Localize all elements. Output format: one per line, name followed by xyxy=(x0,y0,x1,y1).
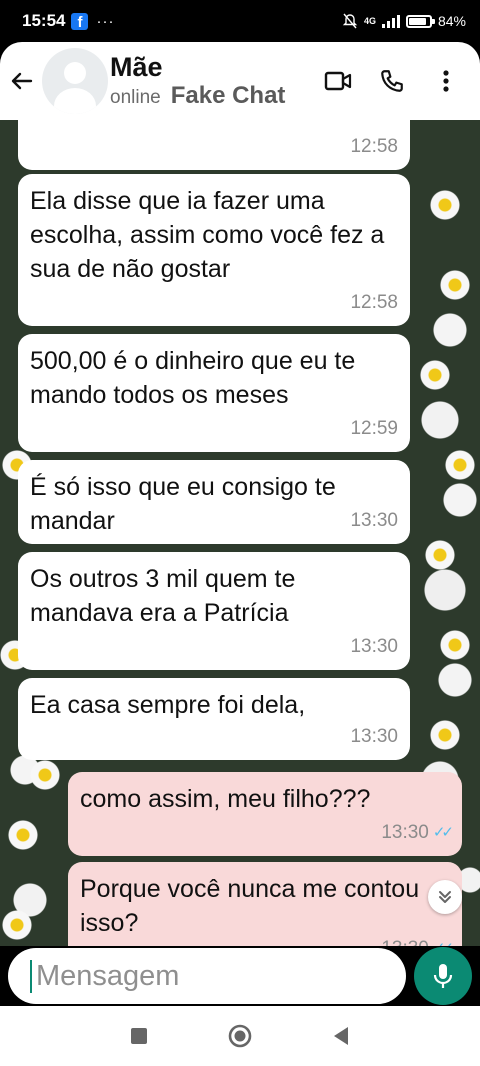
signal-icon xyxy=(381,14,400,28)
message-time: 13:30 xyxy=(350,636,398,657)
recents-square-icon[interactable] xyxy=(129,1026,149,1046)
message-time: 12:59 xyxy=(350,418,398,439)
wallpaper-flower xyxy=(430,190,460,220)
message-text: Ea casa sempre foi dela, xyxy=(30,691,306,719)
voice-record-button[interactable] xyxy=(414,947,472,1005)
message-time: 13:30 xyxy=(381,932,429,946)
more-notifications-icon: ··· xyxy=(96,12,115,30)
status-bar: 15:54 f ··· 4G 84% xyxy=(0,0,480,42)
message-bubble-outgoing[interactable]: Porque você nunca me contou isso? 13:30 ✓… xyxy=(68,862,462,946)
back-triangle-icon[interactable] xyxy=(331,1025,351,1047)
wallpaper-flower xyxy=(430,720,460,750)
avatar[interactable] xyxy=(42,48,108,114)
message-bubble-incoming[interactable]: 500,00 é o dinheiro que eu te mando todo… xyxy=(18,334,410,452)
chat-wallpaper[interactable]: 12:58 Ela disse que ia fazer uma escolha… xyxy=(0,120,480,946)
message-bubble-outgoing[interactable]: como assim, meu filho??? 13:30 ✓✓ xyxy=(68,772,462,856)
battery-icon xyxy=(405,14,435,28)
avatar-body xyxy=(54,88,96,114)
message-bubble-incoming[interactable]: Os outros 3 mil quem te mandava era a Pa… xyxy=(18,552,410,670)
facebook-notification-icon: f xyxy=(71,12,89,30)
scroll-down-button[interactable] xyxy=(428,880,462,914)
contact-subtitle: online Fake Chat xyxy=(110,82,285,110)
message-time-row: 13:30✓✓ xyxy=(381,816,454,850)
message-text: É só isso que eu consigo te mandar xyxy=(30,473,343,535)
message-bubble-incoming[interactable]: Ela disse que ia fazer uma escolha, assi… xyxy=(18,174,410,326)
phone-call-icon xyxy=(381,70,403,92)
mute-bell-icon xyxy=(342,13,358,29)
contact-name: Mãe xyxy=(110,52,163,82)
message-bubble-incoming[interactable]: Ea casa sempre foi dela, 13:30 xyxy=(18,678,410,760)
system-navigation-bar xyxy=(0,1006,480,1066)
video-call-button[interactable] xyxy=(322,65,354,97)
message-time: 13:30 xyxy=(350,726,398,747)
status-indicators: 4G 84% xyxy=(342,13,466,29)
message-text: 500,00 é o dinheiro que eu te mando todo… xyxy=(30,347,363,409)
double-chevron-down-icon xyxy=(439,891,451,903)
message-text: como assim, meu filho??? xyxy=(80,785,371,813)
wallpaper-flower xyxy=(440,270,470,300)
message-time: 12:58 xyxy=(350,136,398,157)
battery-fill xyxy=(408,17,426,25)
network-type: 4G xyxy=(363,15,376,26)
wallpaper-flower xyxy=(30,760,60,790)
watermark: Fake Chat xyxy=(170,82,286,109)
more-vert-icon xyxy=(443,70,449,92)
contact-info[interactable]: Mãe online Fake Chat xyxy=(110,52,285,110)
voice-call-button[interactable] xyxy=(376,65,408,97)
avatar-head xyxy=(64,62,86,84)
message-bubble-incoming[interactable]: 12:58 xyxy=(18,120,410,170)
back-button[interactable] xyxy=(0,59,44,103)
home-circle-icon[interactable] xyxy=(227,1023,253,1049)
wallpaper-flower xyxy=(2,910,32,940)
read-ticks-icon: ✓✓ xyxy=(433,932,454,946)
message-time: 12:58 xyxy=(350,292,398,313)
status-time: 15:54 xyxy=(22,11,66,30)
wallpaper-flower xyxy=(425,540,455,570)
wallpaper-flower xyxy=(420,360,450,390)
message-bubble-incoming[interactable]: É só isso que eu consigo te mandar 13:30 xyxy=(18,460,410,544)
composer xyxy=(0,946,480,1006)
back-arrow-icon xyxy=(11,72,33,90)
message-text: Porque você nunca me contou isso? xyxy=(80,875,427,937)
more-options-button[interactable] xyxy=(430,65,462,97)
message-time: 13:30 xyxy=(381,822,429,843)
message-time: 13:30 xyxy=(350,510,398,531)
wallpaper-flower xyxy=(8,820,38,850)
message-time-row: 13:30 ✓✓ xyxy=(381,932,454,946)
contact-status: online xyxy=(110,87,161,108)
header-actions xyxy=(322,65,462,97)
video-call-icon xyxy=(324,71,352,91)
microphone-icon xyxy=(433,964,453,988)
wallpaper-flower xyxy=(440,630,470,660)
message-input[interactable] xyxy=(30,959,413,993)
message-text: Ela disse que ia fazer uma escolha, assi… xyxy=(30,187,392,283)
chat-header: Mãe online Fake Chat xyxy=(0,42,480,120)
battery-percent: 84% xyxy=(437,13,466,29)
wallpaper-flower xyxy=(445,450,475,480)
read-ticks-icon: ✓✓ xyxy=(432,824,454,841)
message-text: Os outros 3 mil quem te mandava era a Pa… xyxy=(30,565,303,627)
message-input-box xyxy=(8,948,413,1004)
